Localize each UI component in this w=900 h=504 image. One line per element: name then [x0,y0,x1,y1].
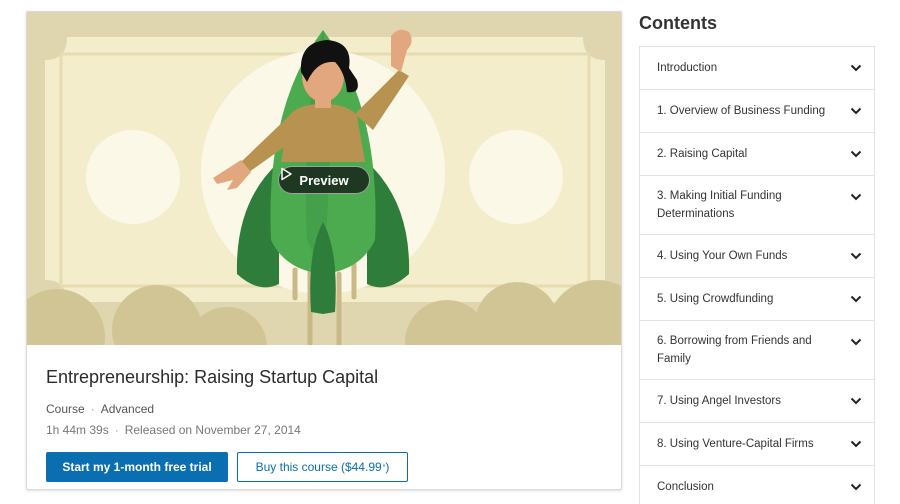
chevron-down-icon [850,252,862,260]
course-info: Entrepreneurship: Raising Startup Capita… [27,345,621,489]
toc-item-label: 8. Using Venture-Capital Firms [657,438,814,450]
chevron-down-icon [850,64,862,72]
toc-item-label: 5. Using Crowdfunding [657,293,774,305]
chevron-down-icon [850,107,862,115]
chevron-down-icon [850,338,862,346]
chevron-down-icon [850,193,862,201]
toc-item-introduction[interactable]: Introduction [639,47,875,90]
toc-item-label: Conclusion [657,481,714,493]
course-hero-image[interactable]: Preview [27,12,621,345]
buy-course-button[interactable]: Buy this course ($44.99 *) [237,452,408,482]
toc-item-conclusion[interactable]: Conclusion [639,466,875,504]
course-card: Preview Entrepreneurship: Raising Startu… [26,11,622,490]
toc-item-label: 6. Borrowing from Friends and Family [657,335,812,365]
course-title: Entrepreneurship: Raising Startup Capita… [46,367,379,387]
toc-item-chapter-1[interactable]: 1. Overview of Business Funding [639,90,875,133]
toc-item-label: Introduction [657,62,718,74]
preview-label: Preview [299,172,349,188]
bill-right-circle [469,130,563,224]
toc-item-label: 2. Raising Capital [657,148,748,160]
course-level: Advanced [100,402,155,416]
toc-item-chapter-8[interactable]: 8. Using Venture-Capital Firms [639,423,875,466]
buy-course-label: Buy this course ($44.99 [255,460,382,474]
chevron-down-icon [850,150,862,158]
toc-item-chapter-5[interactable]: 5. Using Crowdfunding [639,278,875,321]
contents-list: Introduction 1. Overview of Business Fun… [639,46,875,504]
chevron-down-icon [850,295,862,303]
toc-item-label: 1. Overview of Business Funding [657,105,826,117]
toc-item-chapter-2[interactable]: 2. Raising Capital [639,133,875,176]
buy-course-label-close: ) [385,460,390,474]
chevron-down-icon [850,483,862,491]
bill-left-circle [86,130,180,224]
course-type: Course [46,402,85,416]
play-icon [281,167,292,181]
toc-item-label: 7. Using Angel Investors [657,395,782,407]
preview-button[interactable]: Preview [278,166,370,194]
toc-item-chapter-6[interactable]: 6. Borrowing from Friends and Family [639,321,875,380]
course-meta: Course · Advanced [46,402,155,416]
course-release-date: Released on November 27, 2014 [124,423,301,437]
free-trial-button[interactable]: Start my 1-month free trial [46,452,228,482]
chevron-down-icon [850,397,862,405]
toc-item-label: 4. Using Your Own Funds [657,250,788,262]
course-details: 1h 44m 39s · Released on November 27, 2014 [46,423,301,437]
chevron-down-icon [850,440,862,448]
toc-item-chapter-3[interactable]: 3. Making Initial Funding Determinations [639,176,875,235]
contents-title: Contents [639,13,717,33]
course-duration: 1h 44m 39s [46,423,109,437]
toc-item-chapter-7[interactable]: 7. Using Angel Investors [639,380,875,423]
toc-item-chapter-4[interactable]: 4. Using Your Own Funds [639,235,875,278]
toc-item-label: 3. Making Initial Funding Determinations [657,190,782,220]
